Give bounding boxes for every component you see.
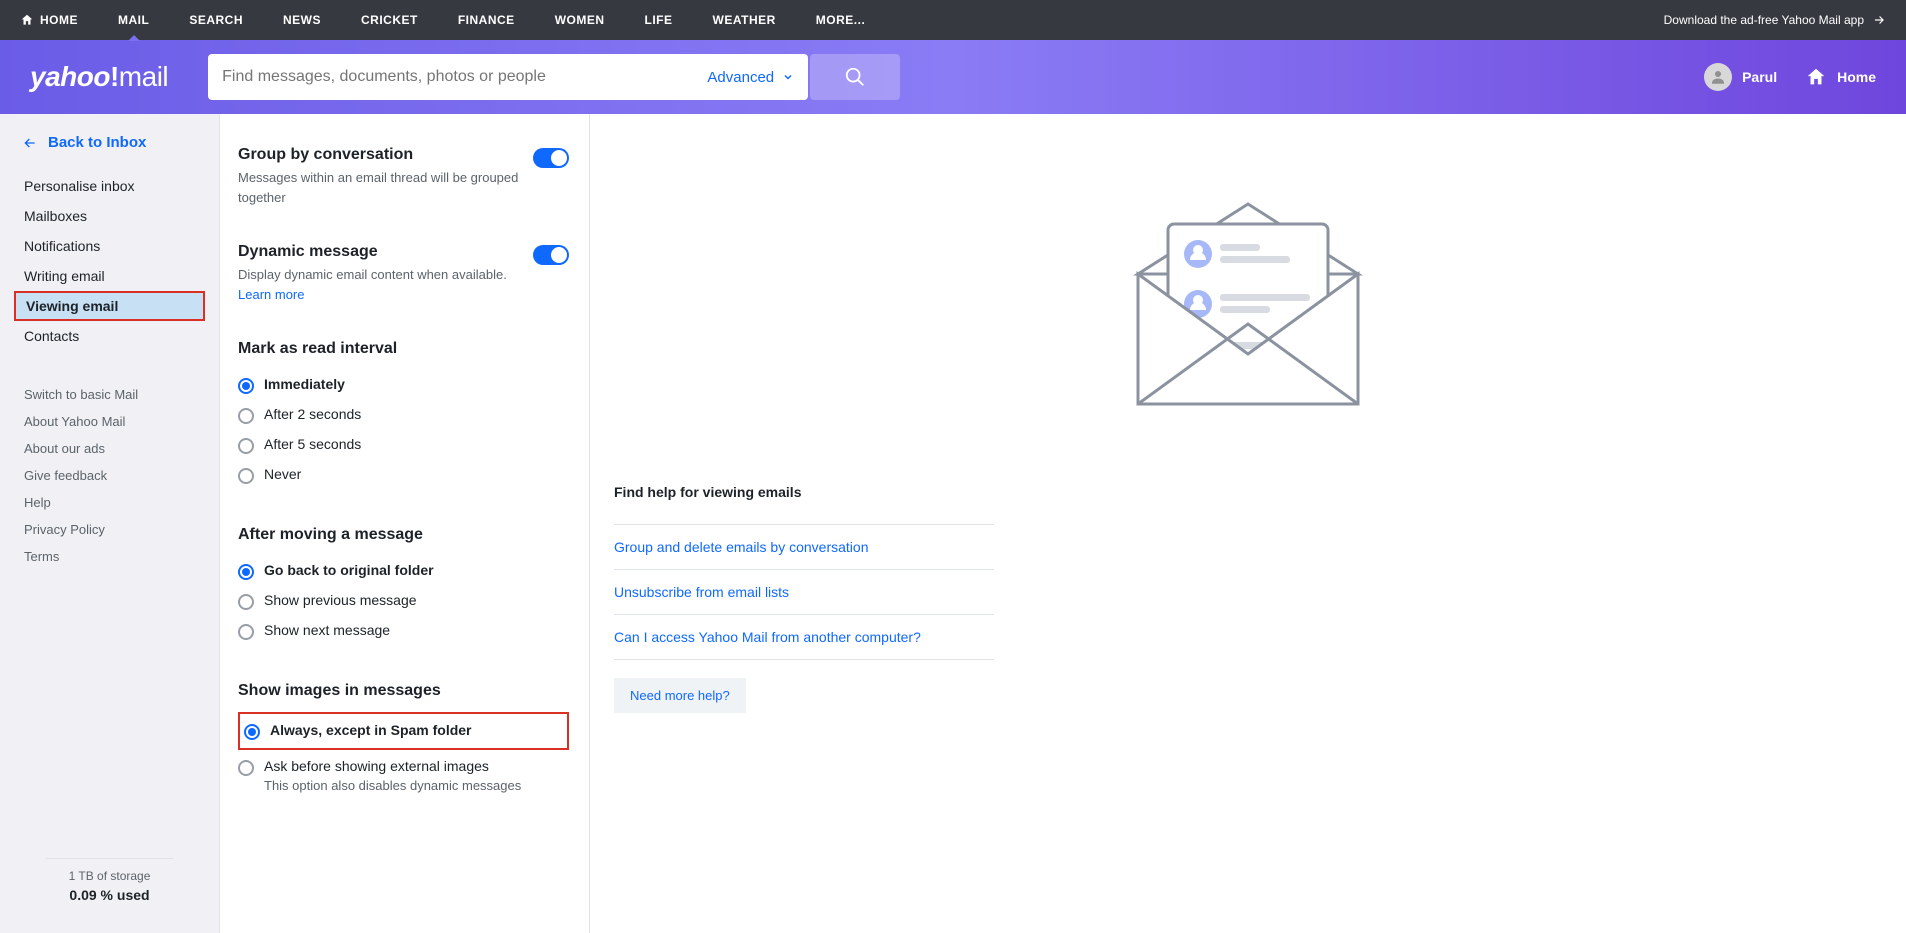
help-link-group[interactable]: Group and delete emails by conversation <box>614 524 994 570</box>
radio-icon <box>238 468 254 484</box>
setting-after-move: After moving a message Go back to origin… <box>238 526 569 646</box>
radio-icon <box>238 378 254 394</box>
sidebar-item-terms[interactable]: Terms <box>0 543 219 570</box>
settings-panel[interactable]: Group by conversation Messages within an… <box>220 114 590 933</box>
sidebar-item-mailboxes[interactable]: Mailboxes <box>0 201 219 231</box>
topnav-mail[interactable]: MAIL <box>118 13 149 27</box>
topnav-life[interactable]: LIFE <box>645 13 673 27</box>
radio-icon <box>238 438 254 454</box>
read-option-2s[interactable]: After 2 seconds <box>238 400 569 430</box>
top-nav: HOME MAIL SEARCH NEWS CRICKET FINANCE WO… <box>0 0 1906 40</box>
topnav-search[interactable]: SEARCH <box>189 13 243 27</box>
radio-icon <box>238 760 254 776</box>
chevron-down-icon <box>782 71 794 83</box>
header-home-link[interactable]: Home <box>1805 66 1876 88</box>
setting-title: Dynamic message <box>238 243 507 261</box>
topnav-weather[interactable]: WEATHER <box>713 13 776 27</box>
home-icon <box>1805 66 1827 88</box>
setting-group-conversation: Group by conversation Messages within an… <box>238 146 569 207</box>
arrow-left-icon <box>22 135 38 151</box>
group-conversation-toggle[interactable] <box>533 148 569 168</box>
radio-icon <box>238 624 254 640</box>
sidebar-item-contacts[interactable]: Contacts <box>0 321 219 351</box>
setting-mark-read: Mark as read interval Immediately After … <box>238 340 569 490</box>
topnav-home[interactable]: HOME <box>20 13 78 27</box>
move-option-previous[interactable]: Show previous message <box>238 586 569 616</box>
images-option-sub: This option also disables dynamic messag… <box>264 778 569 793</box>
setting-title: Show images in messages <box>238 682 569 700</box>
setting-show-images: Show images in messages Always, except i… <box>238 682 569 793</box>
avatar <box>1704 63 1732 91</box>
sidebar-item-basic[interactable]: Switch to basic Mail <box>0 381 219 408</box>
search-input[interactable] <box>208 68 693 86</box>
search-button[interactable] <box>810 54 900 100</box>
sidebar-item-viewing[interactable]: Viewing email <box>14 291 205 321</box>
dynamic-message-toggle[interactable] <box>533 245 569 265</box>
learn-more-link[interactable]: Learn more <box>238 287 304 302</box>
radio-icon <box>238 594 254 610</box>
sidebar-item-ads[interactable]: About our ads <box>0 435 219 462</box>
help-link-unsubscribe[interactable]: Unsubscribe from email lists <box>614 570 994 615</box>
radio-icon <box>238 408 254 424</box>
home-icon <box>20 13 34 27</box>
topnav-finance[interactable]: FINANCE <box>458 13 515 27</box>
envelope-illustration <box>1108 144 1388 434</box>
sidebar-item-help[interactable]: Help <box>0 489 219 516</box>
search-bar: Advanced <box>208 54 808 100</box>
setting-desc: Display dynamic email content when avail… <box>238 265 507 304</box>
topnav-cricket[interactable]: CRICKET <box>361 13 418 27</box>
radio-icon <box>238 564 254 580</box>
help-link-another-computer[interactable]: Can I access Yahoo Mail from another com… <box>614 615 994 660</box>
setting-title: Mark as read interval <box>238 340 569 358</box>
settings-sidebar: Back to Inbox Personalise inbox Mailboxe… <box>0 114 220 933</box>
help-panel: Find help for viewing emails Group and d… <box>590 114 1906 933</box>
storage-info: 1 TB of storage 0.09 % used <box>0 838 219 903</box>
topnav-women[interactable]: WOMEN <box>555 13 605 27</box>
back-to-inbox-link[interactable]: Back to Inbox <box>0 134 219 167</box>
sidebar-item-privacy[interactable]: Privacy Policy <box>0 516 219 543</box>
move-option-original[interactable]: Go back to original folder <box>238 556 569 586</box>
setting-title: After moving a message <box>238 526 569 544</box>
download-app-link[interactable]: Download the ad-free Yahoo Mail app <box>1664 13 1886 27</box>
sidebar-item-feedback[interactable]: Give feedback <box>0 462 219 489</box>
images-option-always[interactable]: Always, except in Spam folder <box>244 716 563 746</box>
sidebar-item-notifications[interactable]: Notifications <box>0 231 219 261</box>
read-option-immediately[interactable]: Immediately <box>238 370 569 400</box>
advanced-search-link[interactable]: Advanced <box>693 69 808 86</box>
header: yahoo!mail Advanced Parul Home <box>0 40 1906 114</box>
topnav-more[interactable]: MORE... <box>816 13 866 27</box>
setting-title: Group by conversation <box>238 146 533 164</box>
setting-desc: Messages within an email thread will be … <box>238 168 533 207</box>
topnav-news[interactable]: NEWS <box>283 13 321 27</box>
sidebar-item-about[interactable]: About Yahoo Mail <box>0 408 219 435</box>
setting-dynamic-message: Dynamic message Display dynamic email co… <box>238 243 569 304</box>
radio-icon <box>244 724 260 740</box>
sidebar-item-personalise[interactable]: Personalise inbox <box>0 171 219 201</box>
yahoo-mail-logo[interactable]: yahoo!mail <box>30 61 168 93</box>
help-title: Find help for viewing emails <box>614 484 994 500</box>
sidebar-item-writing[interactable]: Writing email <box>0 261 219 291</box>
read-option-5s[interactable]: After 5 seconds <box>238 430 569 460</box>
read-option-never[interactable]: Never <box>238 460 569 490</box>
need-more-help-button[interactable]: Need more help? <box>614 678 746 713</box>
user-menu[interactable]: Parul <box>1704 63 1777 91</box>
move-option-next[interactable]: Show next message <box>238 616 569 646</box>
arrow-right-icon <box>1872 13 1886 27</box>
search-icon <box>844 66 866 88</box>
